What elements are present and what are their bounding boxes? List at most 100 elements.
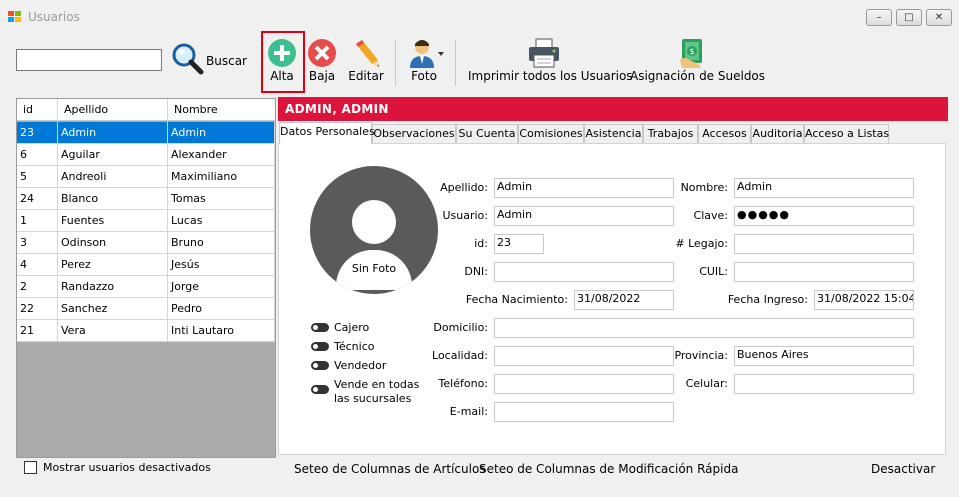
editar-button[interactable]: Editar [344, 32, 388, 92]
user-grid[interactable]: id Apellido Nombre 23 Admin Admin 6 Aguilar A… [16, 98, 276, 458]
avatar-head [352, 200, 396, 244]
fecha-ingreso-field[interactable]: 31/08/2022 15:04:2 [814, 290, 914, 310]
cell-apellido[interactable]: Fuentes [58, 210, 168, 231]
toggle-switch[interactable] [311, 323, 329, 332]
checkbox-box[interactable] [24, 461, 37, 474]
table-row[interactable]: 3 Odinson Bruno [17, 232, 275, 254]
domicilio-field[interactable] [494, 318, 914, 338]
cell-apellido[interactable]: Vera [58, 320, 168, 341]
provincia-field[interactable]: Buenos Aires [734, 346, 914, 366]
imprimir-button[interactable]: Imprimir todos los Usuarios [468, 32, 633, 92]
close-button[interactable]: ✕ [926, 9, 952, 26]
table-row[interactable]: 24 Blanco Tomas [17, 188, 275, 210]
cell-id[interactable]: 6 [17, 144, 58, 165]
celular-field[interactable] [734, 374, 914, 394]
table-row[interactable]: 22 Sanchez Pedro [17, 298, 275, 320]
tab-datos-personales[interactable]: Datos Personales [279, 122, 375, 144]
table-row[interactable]: 6 Aguilar Alexander [17, 144, 275, 166]
id-field[interactable]: 23 [494, 234, 544, 254]
table-row[interactable]: 23 Admin Admin [17, 122, 275, 144]
toolbar-separator [455, 40, 456, 86]
legajo-label: # Legajo: [675, 237, 728, 250]
legajo-field[interactable] [734, 234, 914, 254]
cell-apellido[interactable]: Blanco [58, 188, 168, 209]
cell-id[interactable]: 1 [17, 210, 58, 231]
cell-id[interactable]: 2 [17, 276, 58, 297]
table-row[interactable]: 21 Vera Inti Lautaro [17, 320, 275, 342]
minimize-button[interactable]: – [866, 9, 892, 26]
search-button[interactable]: Buscar [206, 54, 247, 68]
toggle-switch[interactable] [311, 361, 329, 370]
dni-field[interactable] [494, 262, 674, 282]
cell-nombre[interactable]: Admin [168, 122, 275, 143]
clave-field[interactable]: ●●●●● [734, 206, 914, 226]
cell-id[interactable]: 5 [17, 166, 58, 187]
cell-id[interactable]: 3 [17, 232, 58, 253]
table-row[interactable]: 5 Andreoli Maximiliano [17, 166, 275, 188]
money-icon: $ [676, 38, 708, 68]
cell-nombre[interactable]: Alexander [168, 144, 275, 165]
tab-trabajos[interactable]: Trabajos [643, 124, 698, 143]
cell-apellido[interactable]: Randazzo [58, 276, 168, 297]
cell-nombre[interactable]: Jorge [168, 276, 275, 297]
celular-label: Celular: [685, 377, 728, 390]
telefono-field[interactable] [494, 374, 674, 394]
cell-apellido[interactable]: Admin [58, 122, 168, 143]
grid-header: id Apellido Nombre [17, 99, 275, 121]
columnas-articulos-button[interactable]: Seteo de Columnas de Artículos [294, 462, 486, 476]
close-icon: ✕ [934, 12, 944, 23]
toggle-switch[interactable] [311, 385, 329, 394]
column-header-nombre[interactable]: Nombre [168, 99, 275, 121]
tab-acceso-listas[interactable]: Acceso a Listas [804, 124, 889, 143]
table-row[interactable]: 4 Perez Jesús [17, 254, 275, 276]
cell-nombre[interactable]: Lucas [168, 210, 275, 231]
cell-apellido[interactable]: Andreoli [58, 166, 168, 187]
tab-asistencia[interactable]: Asistencia [584, 124, 643, 143]
usuario-field[interactable]: Admin [494, 206, 674, 226]
cell-apellido[interactable]: Aguilar [58, 144, 168, 165]
sueldos-button[interactable]: $ Asignación de Sueldos [630, 32, 766, 92]
apellido-field[interactable]: Admin [494, 178, 674, 198]
cuil-field[interactable] [734, 262, 914, 282]
foto-button[interactable]: Foto [402, 32, 446, 92]
tab-accesos[interactable]: Accesos [698, 124, 751, 143]
localidad-field[interactable] [494, 346, 674, 366]
cell-id[interactable]: 22 [17, 298, 58, 319]
nombre-field[interactable]: Admin [734, 178, 914, 198]
table-row[interactable]: 2 Randazzo Jorge [17, 276, 275, 298]
cell-apellido[interactable]: Sanchez [58, 298, 168, 319]
sueldos-label: Asignación de Sueldos [630, 69, 766, 83]
toolbar: Buscar Alta Baja Editar Foto Imprimir to… [0, 32, 959, 92]
tab-su-cuenta[interactable]: Su Cuenta [456, 124, 518, 143]
cell-apellido[interactable]: Perez [58, 254, 168, 275]
x-circle-icon [306, 38, 338, 68]
alta-highlight [261, 31, 305, 93]
column-header-apellido[interactable]: Apellido [58, 99, 168, 121]
tab-auditoria[interactable]: Auditoria [751, 124, 804, 143]
cell-nombre[interactable]: Pedro [168, 298, 275, 319]
cell-nombre[interactable]: Jesús [168, 254, 275, 275]
cell-nombre[interactable]: Inti Lautaro [168, 320, 275, 341]
cell-nombre[interactable]: Bruno [168, 232, 275, 253]
maximize-button[interactable]: □ [896, 9, 922, 26]
cell-id[interactable]: 21 [17, 320, 58, 341]
search-icon[interactable] [170, 41, 204, 75]
cell-id[interactable]: 4 [17, 254, 58, 275]
fecha-nacimiento-field[interactable]: 31/08/2022 [574, 290, 674, 310]
cell-id[interactable]: 24 [17, 188, 58, 209]
cell-nombre[interactable]: Maximiliano [168, 166, 275, 187]
cell-apellido[interactable]: Odinson [58, 232, 168, 253]
cell-id[interactable]: 23 [17, 122, 58, 143]
toggle-switch[interactable] [311, 342, 329, 351]
baja-button[interactable]: Baja [302, 32, 342, 92]
tab-comisiones[interactable]: Comisiones [518, 124, 584, 143]
tab-observaciones[interactable]: Observaciones [372, 124, 456, 143]
column-header-id[interactable]: id [17, 99, 58, 121]
table-row[interactable]: 1 Fuentes Lucas [17, 210, 275, 232]
desactivar-button[interactable]: Desactivar [871, 462, 935, 476]
search-input[interactable] [16, 49, 162, 71]
columnas-modificacion-button[interactable]: Seteo de Columnas de Modificación Rápida [479, 462, 738, 476]
id-label: id: [474, 237, 488, 250]
email-field[interactable] [494, 402, 674, 422]
cell-nombre[interactable]: Tomas [168, 188, 275, 209]
